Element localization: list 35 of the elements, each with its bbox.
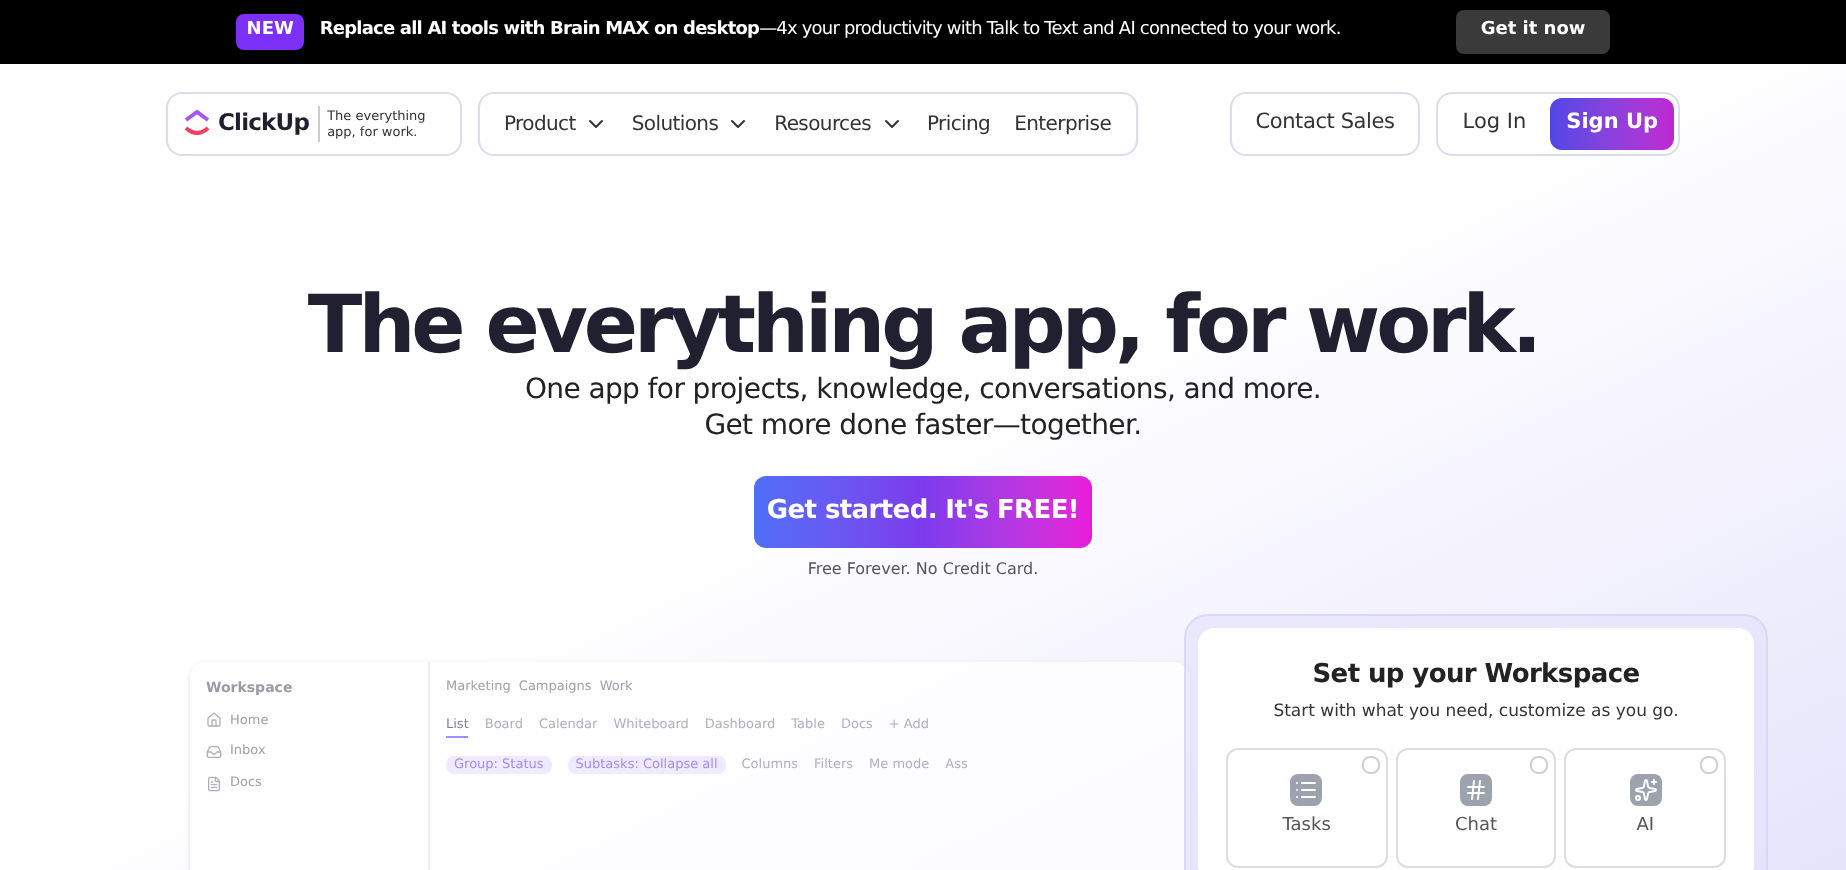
hero-subtitle: Get more done faster—together.: [704, 408, 1142, 444]
new-badge: NEW: [236, 14, 304, 50]
option-card[interactable]: AI: [1564, 748, 1726, 869]
get-it-now-button[interactable]: Get it now: [1456, 10, 1610, 54]
nav-item[interactable]: Solutions: [623, 109, 759, 139]
option-label: AI: [1636, 814, 1655, 841]
hero-title: The everything app, for work.: [307, 280, 1539, 372]
option-label: Chat: [1454, 814, 1498, 841]
nav-item[interactable]: Resources: [766, 109, 911, 139]
option-checkbox[interactable]: [1530, 756, 1549, 775]
setup-subtitle: Start with what you need, customize as you go.: [1273, 699, 1679, 725]
logo-icon: [184, 110, 210, 138]
hero-note: Free Forever. No Credit Card.: [807, 558, 1039, 582]
log-in-button[interactable]: Log In: [1462, 108, 1527, 140]
nav-item[interactable]: Product: [496, 109, 616, 139]
sidebar-icon: [206, 712, 222, 729]
option-card[interactable]: Chat: [1395, 748, 1557, 869]
option-checkbox[interactable]: [1699, 756, 1718, 775]
contact-sales-button[interactable]: Contact Sales: [1229, 92, 1421, 156]
get-started-button[interactable]: Get started. It's FREE!: [754, 476, 1092, 548]
list-icon: [1290, 774, 1323, 807]
option-checkbox[interactable]: [1361, 756, 1380, 775]
option-card[interactable]: Tasks: [1226, 748, 1388, 869]
hash-icon: [1459, 774, 1492, 807]
sidebar-icon: [206, 775, 222, 792]
promo-text: Replace all AI tools with Brain MAX on desktop—4x your productivity with Talk to Text and AI connected to your work.: [319, 18, 1341, 45]
nav-item[interactable]: Pricing: [919, 109, 999, 139]
setup-title: Set up your Workspace: [1312, 658, 1640, 694]
sparkle-icon: [1629, 774, 1662, 807]
nav-item[interactable]: Enterprise: [1006, 109, 1120, 139]
hero-subtitle: One app for projects, knowledge, conversations, and more.: [524, 372, 1322, 408]
sidebar-icon: [206, 744, 222, 761]
logo-text: ClickUp: [218, 106, 320, 142]
option-label: Tasks: [1282, 814, 1331, 841]
sign-up-button[interactable]: Sign Up: [1550, 98, 1674, 150]
